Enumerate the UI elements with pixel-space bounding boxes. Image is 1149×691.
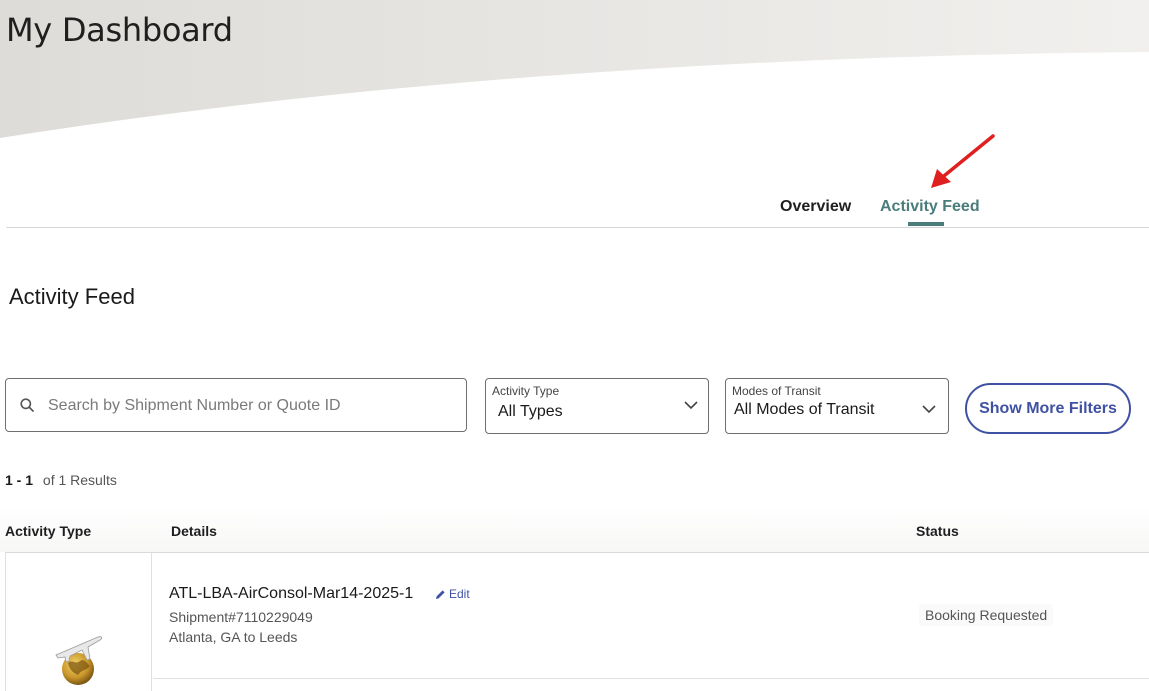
section-title: Activity Feed bbox=[9, 284, 135, 309]
column-header-activity-type: Activity Type bbox=[5, 523, 92, 539]
show-more-filters-button[interactable]: Show More Filters bbox=[965, 383, 1131, 434]
active-tab-indicator bbox=[908, 222, 944, 226]
shipment-name[interactable]: ATL-LBA-AirConsol-Mar14-2025-1 bbox=[169, 585, 413, 603]
search-field[interactable] bbox=[5, 378, 467, 432]
tabs-divider bbox=[6, 227, 1149, 228]
page-title: My Dashboard bbox=[6, 11, 233, 49]
modes-of-transit-label: Modes of Transit bbox=[732, 384, 821, 398]
row-divider bbox=[153, 678, 1149, 679]
table-header: Activity Type Details Status bbox=[0, 505, 1149, 552]
tab-activity-feed[interactable]: Activity Feed bbox=[880, 198, 980, 216]
header-banner: My Dashboard bbox=[0, 0, 1149, 150]
activity-type-value: All Types bbox=[498, 403, 563, 420]
pencil-icon bbox=[436, 589, 445, 599]
table-row[interactable]: ATL-LBA-AirConsol-Mar14-2025-1 Edit Ship… bbox=[5, 553, 1149, 691]
search-input[interactable] bbox=[46, 391, 450, 421]
shipment-route: Atlanta, GA to Leeds bbox=[169, 629, 298, 645]
chevron-down-icon bbox=[922, 405, 936, 414]
edit-button[interactable]: Edit bbox=[435, 587, 470, 601]
results-count: 1 - 1 of 1 Results bbox=[5, 472, 117, 488]
air-shipment-icon bbox=[55, 636, 103, 685]
tab-overview[interactable]: Overview bbox=[780, 198, 851, 216]
dashboard-tabs: Overview Activity Feed bbox=[0, 188, 1149, 228]
results-total: of 1 Results bbox=[42, 472, 117, 488]
column-header-details: Details bbox=[171, 523, 217, 539]
modes-of-transit-select[interactable]: Modes of Transit All Modes of Transit bbox=[725, 378, 949, 434]
activity-type-label: Activity Type bbox=[492, 384, 560, 398]
annotation-arrow-icon bbox=[931, 134, 995, 188]
modes-of-transit-value: All Modes of Transit bbox=[734, 401, 875, 418]
activity-type-select[interactable]: Activity Type All Types bbox=[485, 378, 709, 434]
results-range: 1 - 1 bbox=[5, 472, 34, 488]
status-badge: Booking Requested bbox=[919, 604, 1054, 626]
activity-type-cell bbox=[5, 553, 152, 691]
search-icon bbox=[20, 398, 34, 417]
edit-label: Edit bbox=[449, 587, 470, 601]
shipment-number: Shipment#7110229049 bbox=[169, 609, 313, 625]
chevron-down-icon bbox=[684, 401, 698, 410]
column-header-status: Status bbox=[916, 523, 959, 539]
